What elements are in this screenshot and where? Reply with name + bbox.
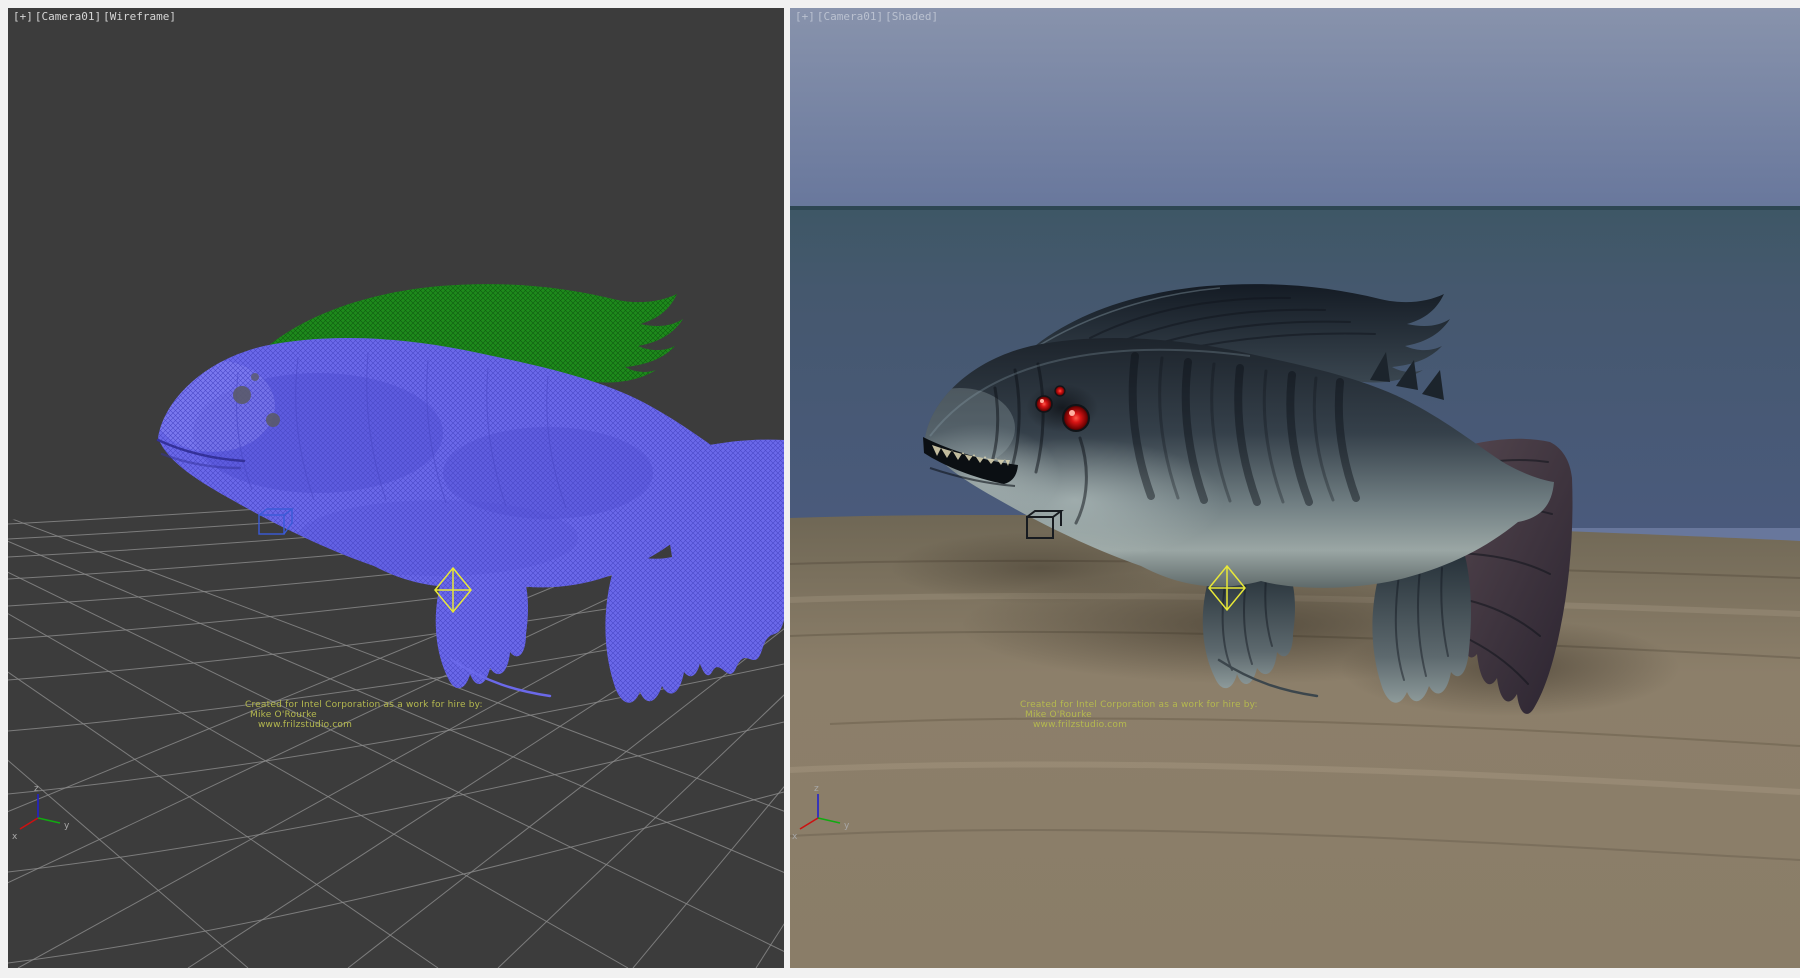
viewport-shading-menu[interactable]: [Shaded]	[885, 10, 938, 23]
shaded-scene: z x y	[790, 8, 1800, 968]
credit-line-3: www.frilzstudio.com	[1033, 720, 1258, 730]
credit-line-2: Mike O'Rourke	[250, 710, 483, 720]
axis-x-label: x	[12, 832, 18, 842]
scene-credit-text: Created for Intel Corporation as a work …	[1020, 700, 1258, 730]
axis-z-label: z	[814, 784, 819, 794]
viewport-wireframe[interactable]: z x y [+][Camera01][Wireframe] Created f…	[8, 8, 784, 968]
sky-background	[790, 8, 1800, 210]
viewport-pov-menu[interactable]: [Camera01]	[817, 10, 883, 23]
fish-eye	[233, 386, 251, 404]
axis-y-label: y	[844, 821, 850, 831]
viewport-shaded[interactable]: z x y [+][Camera01][Shaded] Created for …	[790, 8, 1800, 968]
viewport-pov-menu[interactable]: [Camera01]	[35, 10, 101, 23]
credit-line-3: www.frilzstudio.com	[258, 720, 483, 730]
credit-line-1: Created for Intel Corporation as a work …	[1020, 700, 1258, 710]
wireframe-scene: z x y	[8, 8, 784, 968]
viewport-label-bar: [+][Camera01][Shaded]	[795, 10, 940, 23]
axis-z-label: z	[34, 784, 39, 794]
axis-x-label: x	[792, 832, 798, 842]
viewport-shading-menu[interactable]: [Wireframe]	[103, 10, 176, 23]
scene-credit-text: Created for Intel Corporation as a work …	[245, 700, 483, 730]
fish-eye	[266, 413, 280, 427]
viewport-general-menu[interactable]: [+]	[13, 10, 33, 23]
fish-eye	[251, 373, 259, 381]
credit-line-2: Mike O'Rourke	[1025, 710, 1258, 720]
fish-model-wireframe[interactable]	[151, 284, 784, 703]
credit-line-1: Created for Intel Corporation as a work …	[245, 700, 483, 710]
axis-y-label: y	[64, 821, 70, 831]
viewport-label-bar: [+][Camera01][Wireframe]	[13, 10, 178, 23]
viewport-general-menu[interactable]: [+]	[795, 10, 815, 23]
